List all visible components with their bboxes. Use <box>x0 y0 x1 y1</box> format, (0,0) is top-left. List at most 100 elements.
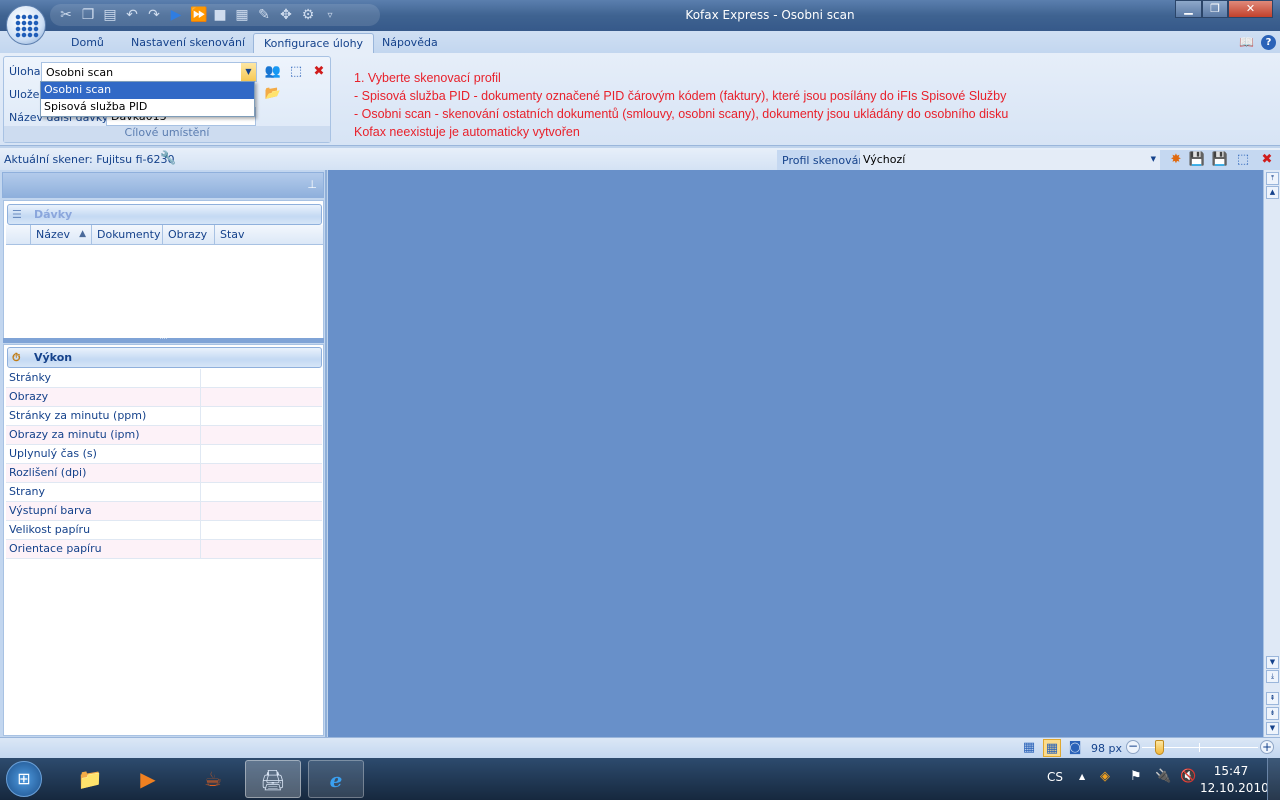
current-scanner: Aktuální skener: Fujitsu fi-6230 <box>4 153 175 166</box>
dropdown-option[interactable]: Spisová služba PID <box>41 99 254 116</box>
column-images[interactable]: Obrazy <box>163 225 215 245</box>
show-hidden-icons[interactable]: ▲ <box>1079 772 1085 781</box>
dropdown-option[interactable]: Osobni scan <box>41 82 254 99</box>
tab-task-config[interactable]: Konfigurace úlohy <box>253 33 375 54</box>
tab-scan-settings[interactable]: Nastavení skenování <box>121 33 255 54</box>
new-task-icon[interactable]: 👥 <box>264 63 282 81</box>
power-icon[interactable]: 🔌 <box>1155 769 1171 784</box>
sort-asc-icon: ▲ <box>79 229 86 239</box>
close-button[interactable]: ✕ <box>1228 0 1273 18</box>
volume-muted-icon[interactable]: 🔇 <box>1180 769 1196 784</box>
clock-time: 15:47 <box>1213 764 1249 778</box>
row-value <box>200 388 322 406</box>
minimize-button[interactable]: ▁ <box>1175 0 1202 18</box>
grid-view-icon[interactable]: ▦ <box>1043 739 1061 757</box>
new-profile-icon[interactable]: ✸ <box>1167 151 1185 169</box>
pin-icon[interactable]: ⊥ <box>307 178 317 191</box>
folder-icon[interactable]: 📂 <box>264 85 282 103</box>
copy-icon[interactable]: ❐ <box>80 7 96 23</box>
undo-icon[interactable]: ↶ <box>124 7 140 23</box>
save-as-icon[interactable]: 💾 <box>1211 151 1229 169</box>
show-desktop-button[interactable] <box>1267 758 1280 800</box>
tab-help[interactable]: Nápověda <box>372 33 448 54</box>
window-title: Kofax Express - Osobni scan <box>685 8 855 22</box>
scroll-top-icon[interactable]: ⤒ <box>1266 172 1279 185</box>
tab-home[interactable]: Domů <box>61 33 114 54</box>
row-value <box>200 426 322 444</box>
action-center-flag-icon[interactable]: ⚑ <box>1130 769 1142 784</box>
media-player-taskbar-icon[interactable]: ▶ <box>120 760 176 798</box>
performance-panel: ⏱ Výkon Stránky Obrazy Stránky za minutu … <box>3 344 324 736</box>
thumbnails-view-icon[interactable]: ▦ <box>1020 739 1038 757</box>
page-view-icon[interactable]: ◙ <box>1066 739 1084 757</box>
scroll-down-icon[interactable]: ▼ <box>1266 656 1279 669</box>
row-label: Výstupní barva <box>9 504 92 517</box>
scroll-down-icon[interactable]: ▼ <box>1266 722 1279 735</box>
quick-access-toolbar: ✂ ❐ ▤ ↶ ↷ ▶ ⏩ ■ ▦ ✎ ✥ ⚙ ▿ <box>50 4 380 26</box>
batches-icon: ☰ <box>12 208 22 221</box>
explorer-taskbar-icon[interactable]: 📁 <box>62 760 118 798</box>
delete-task-icon[interactable]: ✖ <box>310 63 328 81</box>
app-menu-button[interactable] <box>6 5 46 45</box>
ribbon-tabs: Domů Nastavení skenování Konfigurace úlo… <box>0 31 1280 54</box>
clock[interactable]: 15:47 12.10.2010 <box>1200 763 1269 797</box>
customize-qat-icon[interactable]: ▿ <box>322 10 338 21</box>
start-button[interactable]: ⊞ <box>6 761 42 797</box>
zoom-in-button[interactable]: + <box>1260 740 1274 754</box>
wrench-icon[interactable]: 🔧 <box>160 151 176 166</box>
row-label: Stránky za minutu (ppm) <box>9 409 147 422</box>
task-select[interactable]: Osobni scan <box>41 62 257 82</box>
kofax-taskbar-icon[interactable]: 🖨 <box>245 760 301 798</box>
maximize-button[interactable]: ❐ <box>1202 0 1228 18</box>
delete-profile-icon[interactable]: ✖ <box>1258 151 1276 169</box>
panel-header: ⊥ <box>2 172 324 198</box>
chevron-down-icon[interactable]: ▼ <box>241 63 256 81</box>
status-bar: ▦ ▦ ◙ 98 px − + <box>0 737 1280 758</box>
row-value <box>200 540 322 558</box>
group-label: Cílové umístění <box>4 126 330 142</box>
chevron-down-icon: ▼ <box>1150 155 1156 163</box>
gear-icon[interactable]: ⚙ <box>300 7 316 23</box>
select-profile-icon[interactable]: ⬚ <box>1234 151 1252 169</box>
column-name[interactable]: Název ▲ <box>31 225 92 245</box>
row-label: Rozlišení (dpi) <box>9 466 87 479</box>
network-icon[interactable]: ◈ <box>1100 769 1110 784</box>
next-page-icon[interactable]: ⇟ <box>1266 707 1279 720</box>
scroll-bottom-icon[interactable]: ⤓ <box>1266 670 1279 683</box>
splitter-handle[interactable]: ···· <box>3 337 324 343</box>
scan-icon[interactable]: ▶ <box>168 7 184 23</box>
vertical-scrollbar[interactable]: ⤒ ▲ ▼ ⤓ ⇞ ⇟ ▼ <box>1263 170 1280 737</box>
instructions: 1. Vyberte skenovací profil - Spisová sl… <box>354 69 1274 141</box>
cut-icon[interactable]: ✂ <box>58 7 74 23</box>
help-icon[interactable]: ? <box>1261 35 1276 50</box>
settings-icon[interactable]: ✥ <box>278 7 294 23</box>
batch-icon[interactable]: ▦ <box>234 7 250 23</box>
prev-page-icon[interactable]: ⇞ <box>1266 692 1279 705</box>
java-taskbar-icon[interactable]: ☕ <box>185 760 241 798</box>
table-row: Velikost papíru <box>6 521 322 540</box>
row-value <box>200 521 322 539</box>
scroll-up-icon[interactable]: ▲ <box>1266 186 1279 199</box>
instruction-line: Kofax neexistuje je automaticky vytvořen <box>354 125 580 139</box>
zoom-slider-thumb[interactable] <box>1155 740 1165 755</box>
scan-all-icon[interactable]: ⏩ <box>190 7 207 23</box>
export-icon[interactable]: ✎ <box>256 7 272 23</box>
image-viewer[interactable] <box>328 170 1263 737</box>
zoom-out-button[interactable]: − <box>1126 740 1140 754</box>
table-row: Stránky za minutu (ppm) <box>6 407 322 426</box>
column-status[interactable]: Stav <box>215 225 323 245</box>
book-icon[interactable]: 📖 <box>1239 35 1254 49</box>
select-task-icon[interactable]: ⬚ <box>287 63 305 81</box>
row-label: Obrazy za minutu (ipm) <box>9 428 140 441</box>
ie-taskbar-icon[interactable]: e <box>308 760 364 798</box>
column-documents[interactable]: Dokumenty <box>92 225 163 245</box>
stop-icon[interactable]: ■ <box>212 7 228 23</box>
language-indicator[interactable]: CS <box>1047 770 1063 784</box>
left-panel: ⊥ ☰ Dávky Název ▲ Dokumenty Obrazy Stav ··… <box>0 170 327 737</box>
redo-icon[interactable]: ↷ <box>146 7 162 23</box>
row-label: Obrazy <box>9 390 49 403</box>
profile-select[interactable]: Výchozí ▼ <box>860 150 1160 170</box>
paste-icon[interactable]: ▤ <box>102 7 118 23</box>
zoom-value: 98 px <box>1091 742 1122 755</box>
save-icon[interactable]: 💾 <box>1188 151 1206 169</box>
